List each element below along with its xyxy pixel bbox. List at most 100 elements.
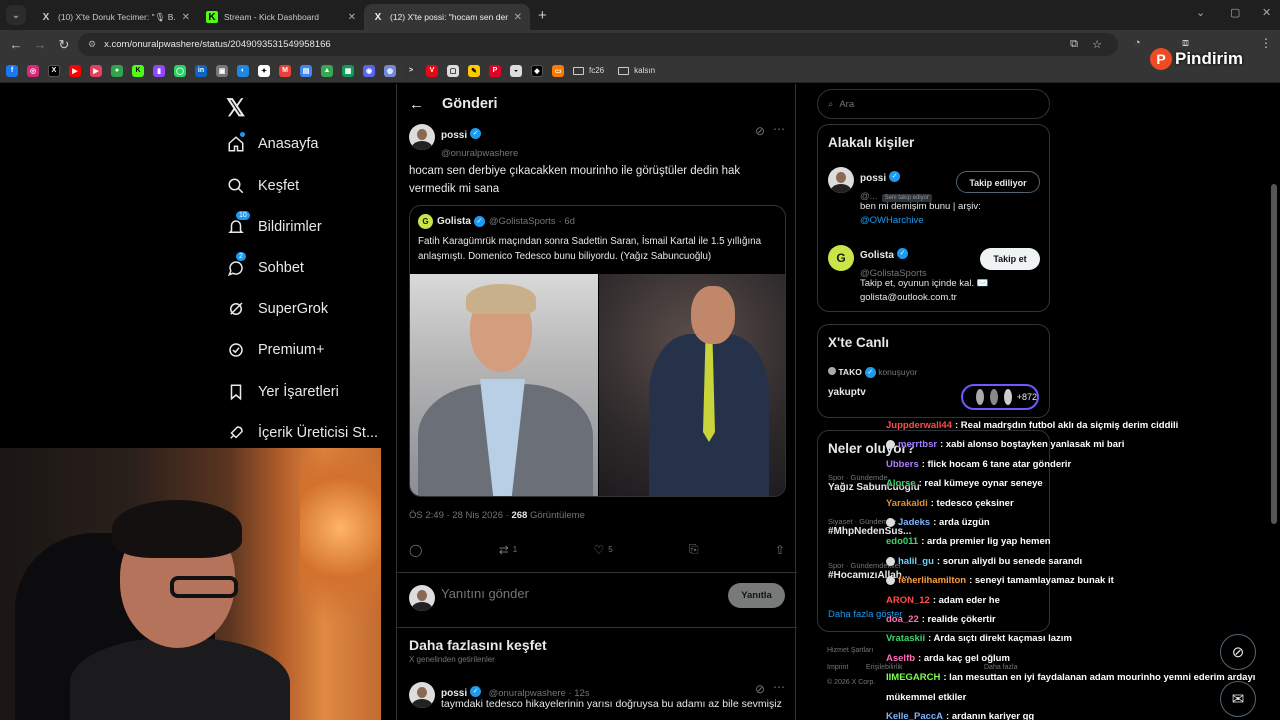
whatsapp-icon[interactable]: ◯	[174, 64, 186, 77]
bookmark-grey-icon[interactable]: ▣	[216, 64, 228, 77]
sheets-icon[interactable]: ▦	[342, 64, 354, 77]
minimize-icon[interactable]: ⌄	[1196, 6, 1205, 19]
tweet-time[interactable]: ÖS 2:49 · 28 Nis 2026 ·	[409, 510, 511, 521]
nav-explore[interactable]: Keşfet	[226, 176, 299, 196]
reply-icon[interactable]: ◯	[409, 542, 422, 557]
bookmark-violet-icon[interactable]: ◍	[384, 64, 396, 77]
avatar[interactable]	[409, 124, 435, 150]
drive-icon[interactable]: ▲	[321, 64, 333, 77]
terminal-icon[interactable]: >	[405, 64, 417, 77]
quoted-tweet[interactable]: G Golista ✓ @GolistaSports · 6d Fatih Ka…	[409, 205, 786, 497]
netflix-icon[interactable]: V	[426, 64, 438, 77]
chat-badge-icon	[886, 576, 895, 586]
nav-notifications[interactable]: 10 Bildirimler	[226, 211, 322, 237]
bookmark-circle-icon[interactable]: ◒	[510, 64, 522, 77]
nav-chat[interactable]: 2 Sohbet	[226, 252, 304, 278]
reload-icon[interactable]: ↻	[52, 37, 76, 53]
following-button[interactable]: Takip ediliyor	[956, 171, 1040, 193]
window-close-icon[interactable]: ✕	[1262, 6, 1271, 19]
kick-icon[interactable]: K	[132, 64, 144, 77]
close-icon[interactable]: ✕	[514, 12, 522, 23]
chat-message: doa_22: realide çökertir	[886, 610, 1280, 629]
tab-3-active[interactable]: X (12) X'te possi: "hocam sen der... ✕	[364, 4, 530, 30]
back-arrow-icon[interactable]: ←	[409, 96, 424, 113]
messages-float-icon[interactable]: ✉	[1220, 681, 1256, 717]
reply-button[interactable]: Yanıtla	[728, 583, 785, 608]
live-space-name[interactable]: yakuptv	[828, 387, 866, 398]
follow-button[interactable]: Takip et	[980, 248, 1040, 270]
new-tab-button[interactable]: +	[538, 7, 547, 24]
url-field[interactable]: ⚙ x.com/onuralpwashere/status/2049093531…	[78, 33, 1118, 56]
chat-text: : real kümeye oynar seneye	[918, 478, 1043, 490]
install-icon[interactable]: ⧉	[1070, 38, 1078, 51]
bookmark-green-icon[interactable]: ●	[111, 64, 123, 77]
grok-float-icon[interactable]: ⊘	[1220, 634, 1256, 670]
bookmark-yellow-icon[interactable]: ✎	[468, 64, 480, 77]
forward-icon[interactable]: →	[28, 37, 52, 52]
footer-imprint[interactable]: Imprint	[827, 664, 848, 671]
tab-2[interactable]: K Stream - Kick Dashboard ✕	[198, 4, 364, 30]
maximize-icon[interactable]: ▢	[1230, 6, 1240, 19]
chat-text: : Real madrşdın futbol aklı da siçmiş de…	[955, 420, 1179, 431]
nav-home[interactable]: Anasayfa	[226, 132, 318, 154]
bookmark-star-icon[interactable]: ✦	[258, 64, 270, 77]
live-listeners[interactable]: +872	[961, 384, 1039, 410]
nav-bookmarks[interactable]: Yer İşaretleri	[226, 382, 339, 402]
search-input[interactable]: ⌕ Ara	[817, 89, 1050, 119]
nav-supergrok[interactable]: SuperGrok	[226, 299, 328, 319]
twitch-icon[interactable]: ▮	[153, 64, 165, 77]
grok-icon[interactable]: ⊘	[755, 124, 765, 138]
quote-text: Fatih Karagümrük maçından sonra Sadettin…	[418, 236, 762, 262]
x-icon[interactable]: X	[48, 64, 60, 77]
author-handle[interactable]: @onuralpwashere	[441, 148, 518, 159]
gmail-icon[interactable]: M	[279, 64, 291, 77]
bookmark-action-icon[interactable]: ⎘	[689, 542, 699, 557]
golista-avatar-icon[interactable]: G	[828, 245, 854, 271]
discord-icon[interactable]: ◉	[363, 64, 375, 77]
youtube-icon[interactable]: ▶	[69, 64, 81, 77]
back-icon[interactable]: ←	[4, 37, 28, 52]
site-info-icon[interactable]: ⚙	[88, 39, 96, 50]
verified-icon: ✓	[470, 128, 482, 140]
tab-1[interactable]: X (10) X'te Doruk Tecimer: "🎙 B... ✕	[32, 4, 198, 30]
person-name[interactable]: possi	[860, 173, 886, 184]
bookmark-red-icon[interactable]: ▶	[90, 64, 102, 77]
like-button[interactable]: ♡ 5	[594, 542, 613, 557]
pinterest-icon[interactable]: P	[489, 64, 501, 77]
quote-image-1[interactable]	[410, 274, 598, 496]
related-title: Alakalı kişiler	[828, 135, 915, 150]
bio-link[interactable]: @OWHarchive	[860, 215, 924, 226]
quote-image-2[interactable]	[599, 274, 785, 496]
avatar[interactable]	[409, 682, 435, 708]
nav-premium[interactable]: Premium+	[226, 340, 324, 360]
bookmark-orange-icon[interactable]: ▭	[552, 64, 564, 77]
footer-terms[interactable]: Hizmet Şartları	[827, 647, 873, 654]
bookmark-blue-icon[interactable]: ◐	[237, 64, 249, 77]
menu-icon[interactable]: ⋮	[1260, 36, 1272, 50]
more-icon[interactable]: ⋯	[773, 680, 785, 694]
bookmark-white-icon[interactable]: ▢	[447, 64, 459, 77]
avatar[interactable]	[828, 167, 854, 193]
author-name[interactable]: possi	[441, 130, 467, 141]
instagram-icon[interactable]: ◎	[27, 64, 39, 77]
x-logo-icon[interactable]: 𝕏	[226, 94, 245, 123]
more-icon[interactable]: ⋯	[773, 122, 785, 136]
star-icon[interactable]: ☆	[1092, 38, 1102, 51]
facebook-icon[interactable]: f	[6, 64, 18, 77]
close-icon[interactable]: ✕	[182, 12, 190, 23]
retweet-button[interactable]: ⇄ 1	[499, 542, 518, 557]
docs-icon[interactable]: ▤	[300, 64, 312, 77]
grok-icon[interactable]: ⊘	[755, 682, 765, 696]
tab-search-button[interactable]: ⌄	[6, 5, 26, 25]
reply-input[interactable]: Yanıtını gönder	[441, 586, 529, 601]
share-icon[interactable]: ⇧	[775, 542, 785, 557]
nav-creator-studio[interactable]: İçerik Üreticisi St...	[226, 423, 378, 443]
folder-fc26[interactable]: fc26	[573, 66, 604, 75]
incognito-icon[interactable]: ◔	[1134, 37, 1141, 49]
folder-kalsin[interactable]: kalsın	[618, 66, 655, 75]
linkedin-icon[interactable]: in	[195, 64, 207, 77]
bookmark-dark-icon[interactable]: ◆	[531, 64, 543, 77]
close-icon[interactable]: ✕	[348, 12, 356, 23]
person-name[interactable]: Golista	[860, 250, 894, 261]
live-host[interactable]: TAKO ✓ konuşuyor	[828, 367, 917, 379]
